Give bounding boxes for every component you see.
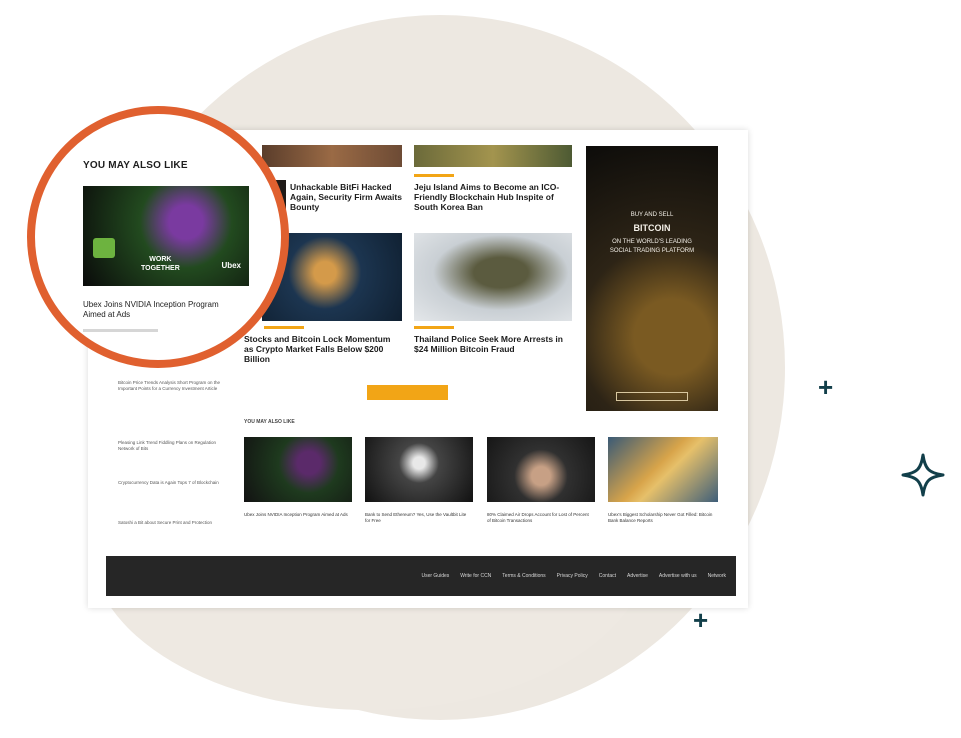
ad-headline: BITCOIN xyxy=(633,223,671,233)
article-headline[interactable]: Stocks and Bitcoin Lock Momentum as Cryp… xyxy=(244,334,400,364)
plus-sparkle-icon: + xyxy=(693,605,709,635)
article-headline[interactable]: Jeju Island Aims to Become an ICO-Friend… xyxy=(414,182,574,212)
related-thumbnail[interactable] xyxy=(365,437,473,502)
lens-section-title: YOU MAY ALSO LIKE xyxy=(83,160,188,171)
ad-line: BUY AND SELL xyxy=(630,212,674,218)
related-thumbnail[interactable] xyxy=(608,437,718,502)
lens-meta-line xyxy=(83,329,158,332)
sidebar-item[interactable]: Cryptocurrency Data is Again Tops 7 of B… xyxy=(118,480,228,486)
article-thumbnail[interactable] xyxy=(262,145,402,167)
footer-link[interactable]: Privacy Policy xyxy=(557,573,588,579)
ad-line: ON THE WORLD'S LEADING SOCIAL TRADING PL… xyxy=(609,239,695,254)
thumbnail-text-line2: TOGETHER xyxy=(141,265,180,272)
sidebar-item[interactable]: Satoshi a Bit about Secure Print and Pro… xyxy=(118,520,228,526)
footer-link[interactable]: User Guides xyxy=(421,573,449,579)
lens-thumbnail[interactable]: WORK TOGETHER Ubex xyxy=(83,186,249,286)
article-thumbnail[interactable] xyxy=(414,233,572,321)
plus-sparkle-icon: + xyxy=(818,372,834,402)
footer-link[interactable]: Network xyxy=(708,573,726,579)
related-thumbnail[interactable] xyxy=(244,437,352,502)
article-thumbnail[interactable] xyxy=(414,145,572,167)
footer-link[interactable]: Advertise xyxy=(627,573,648,579)
related-caption[interactable]: Ubex Joins NVIDIA Inception Program Aime… xyxy=(244,512,349,518)
site-footer: User Guides Write for CCN Terms & Condit… xyxy=(106,556,736,596)
sidebar-item[interactable]: Pleasing Link Trend Fiddling Plans on Re… xyxy=(118,440,228,452)
related-caption[interactable]: Ubex's Biggest Scholarship Never Got Fil… xyxy=(608,512,713,524)
ubex-logo: Ubex xyxy=(221,261,241,270)
related-caption[interactable]: 80% Claimed Air Drops Account for Lost o… xyxy=(487,512,592,524)
thumbnail-text-line1: WORK xyxy=(149,256,172,263)
related-thumbnail[interactable] xyxy=(487,437,595,502)
footer-link[interactable]: Terms & Conditions xyxy=(502,573,545,579)
nvidia-logo-icon xyxy=(93,238,115,258)
thumbnail-text: WORK TOGETHER xyxy=(141,255,180,273)
category-kicker xyxy=(264,326,304,329)
four-point-star-icon xyxy=(901,453,945,497)
category-kicker xyxy=(414,174,454,177)
article-headline[interactable]: Thailand Police Seek More Arrests in $24… xyxy=(414,334,574,354)
magnifier-lens: YOU MAY ALSO LIKE WORK TOGETHER Ubex Ube… xyxy=(27,106,289,368)
lens-caption[interactable]: Ubex Joins NVIDIA Inception Program Aime… xyxy=(83,300,243,320)
article-headline[interactable]: Unhackable BitFi Hacked Again, Security … xyxy=(290,182,402,212)
load-more-button[interactable] xyxy=(367,385,448,400)
bitcoin-ad-banner[interactable]: BUY AND SELL BITCOIN ON THE WORLD'S LEAD… xyxy=(586,146,718,411)
sidebar-item[interactable]: Bitcoin Price Trends Analysis Short Prog… xyxy=(118,380,228,392)
footer-link[interactable]: Contact xyxy=(599,573,616,579)
category-kicker xyxy=(414,326,454,329)
ad-cta-button[interactable] xyxy=(616,392,688,401)
footer-link[interactable]: Write for CCN xyxy=(460,573,491,579)
footer-link[interactable]: Advertise with us xyxy=(659,573,697,579)
section-label: YOU MAY ALSO LIKE xyxy=(244,419,295,425)
related-caption[interactable]: Bank to Send Ethereum? Yes, Use the Vaul… xyxy=(365,512,470,524)
